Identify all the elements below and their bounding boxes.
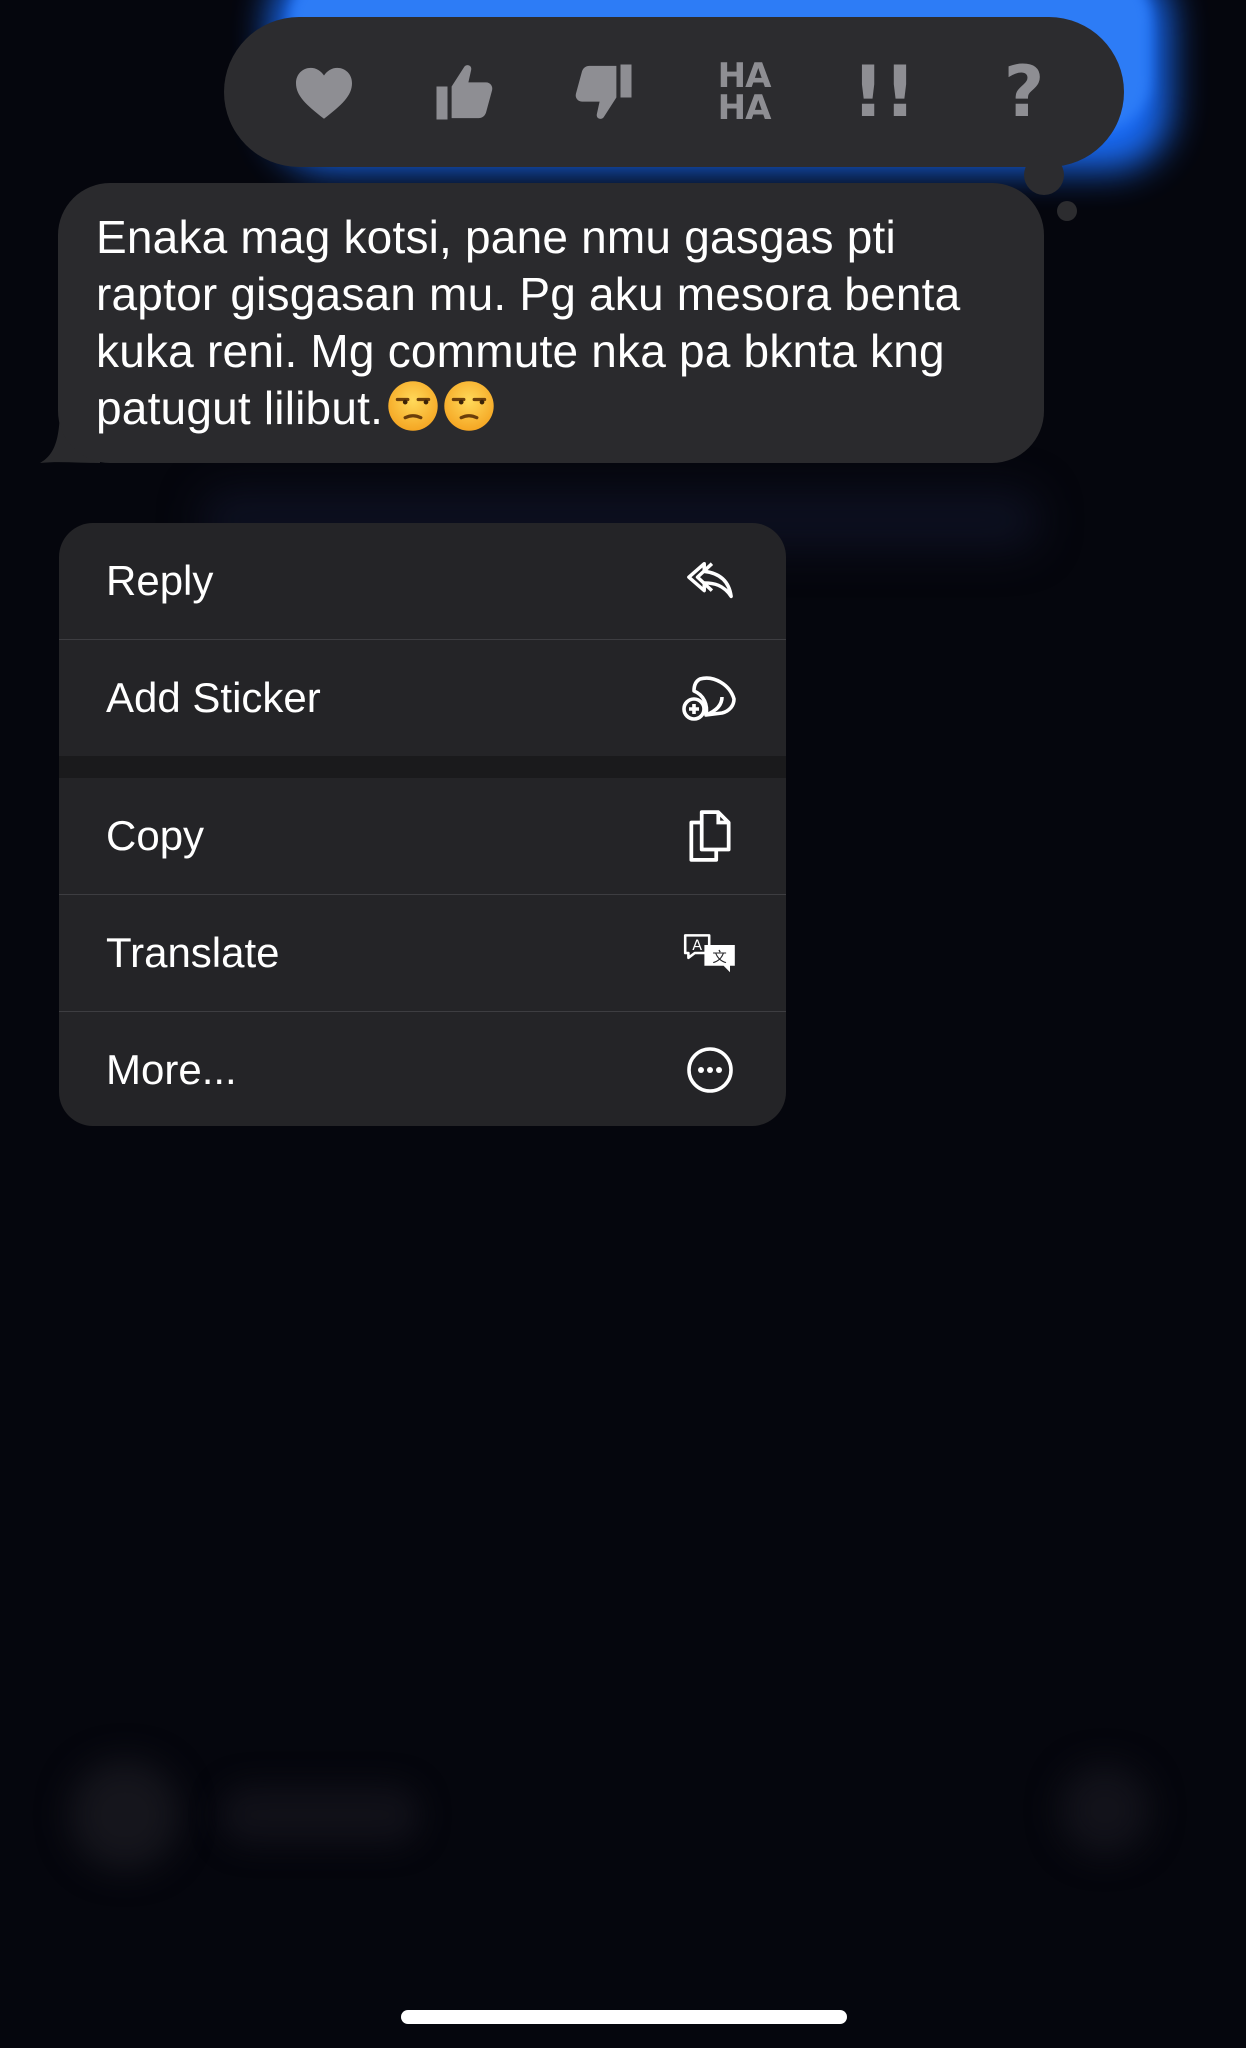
menu-item-label: Copy <box>106 812 205 859</box>
svg-text:A: A <box>692 938 702 954</box>
menu-item-reply[interactable]: Reply <box>59 523 786 639</box>
menu-item-label: Translate <box>106 929 280 976</box>
menu-item-label: Reply <box>106 557 214 604</box>
thumbs-up-icon[interactable] <box>419 47 509 137</box>
thumbs-down-icon[interactable] <box>559 47 649 137</box>
haha-icon[interactable]: HA HA <box>699 47 789 137</box>
copy-icon <box>682 808 738 864</box>
add-sticker-icon <box>682 670 738 726</box>
menu-item-translate[interactable]: Translate A 文 <box>59 895 786 1011</box>
translate-icon: A 文 <box>682 925 738 981</box>
blurred-message-field <box>220 1785 420 1845</box>
message-bubble[interactable]: Enaka mag kotsi, pane nmu gasgas pti rap… <box>58 183 1044 463</box>
exclamation-label: !! <box>852 51 916 133</box>
menu-item-label: Add Sticker <box>106 674 321 721</box>
tapback-tail-large <box>1024 155 1064 195</box>
menu-item-label: More... <box>106 1046 237 1093</box>
message-text-block: Enaka mag kotsi, pane nmu gasgas pti rap… <box>96 209 1006 437</box>
unamused-face-emoji <box>444 381 494 431</box>
unamused-face-emoji <box>388 381 438 431</box>
question-label: ? <box>1003 51 1045 133</box>
context-menu: Reply Add Sticker Copy Translate A 文 Mor… <box>59 523 786 1126</box>
tapback-tail-small <box>1057 201 1077 221</box>
menu-item-copy[interactable]: Copy <box>59 778 786 894</box>
tapback-reaction-bar: HA HA !! ? <box>224 17 1124 167</box>
blurred-mic-button <box>1060 1765 1150 1855</box>
screen: HA HA !! ? Enaka mag kotsi, pane nmu gas… <box>0 0 1246 2048</box>
menu-item-more[interactable]: More... <box>59 1012 786 1126</box>
message-text: Enaka mag kotsi, pane nmu gasgas pti rap… <box>96 211 961 434</box>
reply-icon <box>682 553 738 609</box>
menu-item-add-sticker[interactable]: Add Sticker <box>59 640 786 756</box>
menu-section-gap <box>59 756 786 778</box>
exclamation-icon[interactable]: !! <box>839 47 929 137</box>
more-icon <box>682 1042 738 1098</box>
home-indicator[interactable] <box>401 2010 847 2024</box>
question-icon[interactable]: ? <box>979 47 1069 137</box>
svg-text:文: 文 <box>712 949 726 966</box>
heart-icon[interactable] <box>279 47 369 137</box>
blurred-camera-button <box>70 1760 180 1870</box>
haha-line-2: HA <box>717 88 772 128</box>
